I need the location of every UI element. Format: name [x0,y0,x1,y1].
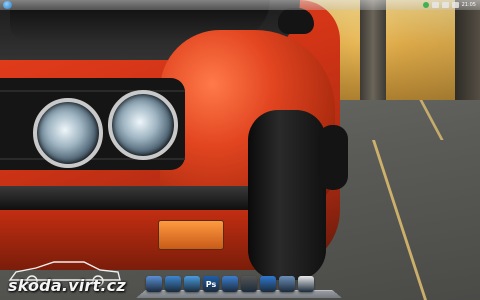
headlight-left [33,98,103,168]
grille-slat [0,158,185,160]
rear-tire [318,125,348,190]
textedit-icon[interactable] [298,276,314,292]
wifi-icon[interactable] [431,2,439,8]
battery-icon[interactable] [451,2,459,8]
dock: Ps [136,276,342,298]
grille-slat [0,90,185,92]
calculator-icon[interactable] [241,276,257,292]
front-tire [248,110,326,280]
messages-icon[interactable] [184,276,200,292]
volume-icon[interactable] [441,2,449,8]
headlight-right [108,90,178,160]
car-mirror [278,8,314,34]
desktop-wallpaper [0,0,480,300]
status-area: 21:05 [422,0,476,10]
safari-icon[interactable] [165,276,181,292]
photoshop-icon[interactable]: Ps [203,276,219,292]
app-store-icon[interactable] [260,276,276,292]
bridge-pillar-right [455,0,480,100]
watermark-text: skoda.virt.cz [8,276,126,295]
status-indicator-icon[interactable] [422,2,429,8]
bridge-pillar [360,0,386,110]
preview-icon[interactable] [279,276,295,292]
menu-bar: 21:05 [0,0,480,10]
car-bumper [0,186,270,210]
finder-icon[interactable] [146,276,162,292]
dock-items: Ps [146,276,314,292]
menu-clock[interactable]: 21:05 [462,0,476,10]
itunes-icon[interactable] [222,276,238,292]
apple-menu-icon[interactable] [3,1,12,9]
turn-indicator [158,220,224,250]
